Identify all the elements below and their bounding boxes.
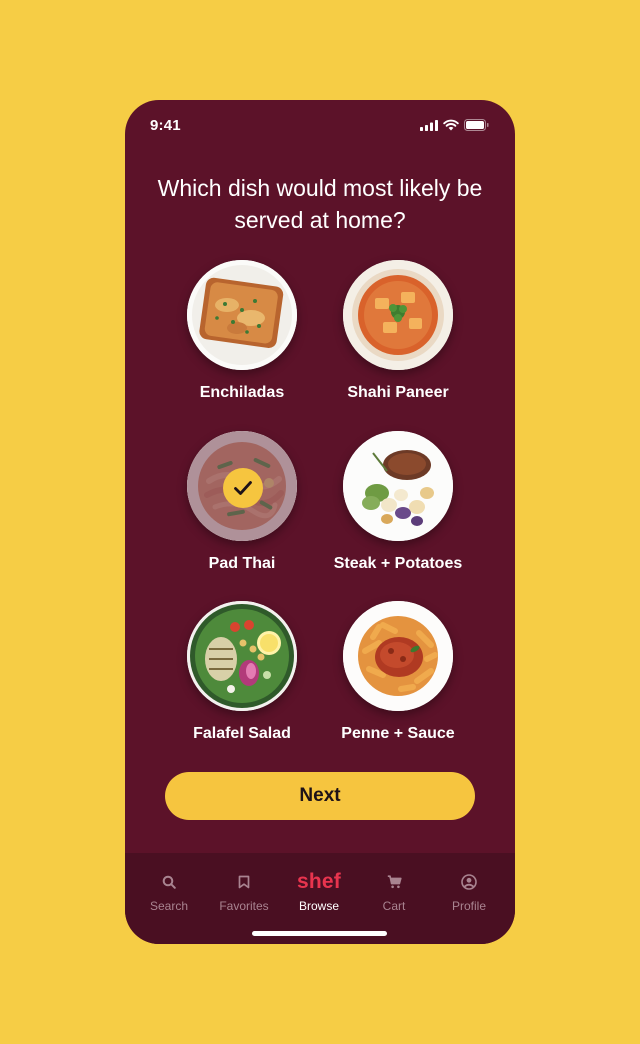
shahi-paneer-illustration — [343, 260, 453, 370]
next-button[interactable]: Next — [165, 772, 475, 820]
dish-image-steak-potatoes[interactable] — [343, 431, 453, 541]
dish-image-falafel-salad[interactable] — [187, 601, 297, 711]
phone-screen: 9:41 Which dish would most likely be ser… — [125, 100, 515, 944]
cellular-signal-icon — [420, 119, 438, 131]
shef-logo: shef — [297, 870, 341, 893]
dish-label: Steak + Potatoes — [333, 555, 463, 572]
dish-option-pad-thai[interactable]: Pad Thai — [167, 431, 317, 581]
tab-label: Profile — [451, 899, 486, 913]
dish-label: Shahi Paneer — [347, 384, 449, 401]
penne-sauce-illustration — [343, 601, 453, 711]
tab-label: Search — [149, 899, 189, 913]
dish-image-enchiladas[interactable] — [187, 260, 297, 370]
dish-image-shahi-paneer[interactable] — [343, 260, 453, 370]
tab-browse[interactable]: shef Browse — [281, 870, 357, 914]
home-indicator — [252, 931, 387, 936]
dish-option-penne-sauce[interactable]: Penne + Sauce — [323, 601, 473, 751]
steak-potatoes-illustration — [343, 431, 453, 541]
status-bar: 9:41 — [125, 100, 515, 152]
enchiladas-illustration — [187, 260, 297, 370]
cart-icon — [387, 875, 402, 889]
tab-cart[interactable]: Cart — [356, 871, 432, 913]
dish-image-pad-thai[interactable] — [187, 431, 297, 541]
battery-icon — [464, 119, 489, 131]
profile-icon — [461, 874, 477, 890]
tab-favorites[interactable]: Favorites — [206, 871, 282, 913]
dish-label: Falafel Salad — [193, 725, 291, 742]
tab-label: Browse — [298, 899, 339, 913]
selected-check-badge — [223, 468, 263, 508]
dish-option-enchiladas[interactable]: Enchiladas — [167, 260, 317, 410]
wifi-icon — [443, 119, 459, 131]
tab-profile[interactable]: Profile — [431, 871, 507, 913]
dish-option-steak-potatoes[interactable]: Steak + Potatoes — [323, 431, 473, 581]
dish-option-falafel-salad[interactable]: Falafel Salad — [167, 601, 317, 751]
checkmark-icon — [234, 481, 252, 495]
dish-image-penne-sauce[interactable] — [343, 601, 453, 711]
bottom-tab-bar: Search Favorites shef Browse Cart Profil… — [125, 853, 515, 944]
dish-label: Penne + Sauce — [341, 725, 455, 742]
dish-label: Pad Thai — [208, 555, 276, 572]
question-title: Which dish would most likely be served a… — [157, 175, 483, 233]
tab-label: Cart — [382, 899, 406, 913]
tab-search[interactable]: Search — [131, 871, 207, 913]
tab-label: Favorites — [219, 899, 269, 913]
status-icons — [420, 119, 489, 131]
bookmark-icon — [238, 875, 250, 889]
search-icon — [162, 875, 176, 889]
status-time: 9:41 — [150, 117, 181, 134]
dish-label: Enchiladas — [199, 384, 285, 401]
falafel-salad-illustration — [187, 601, 297, 711]
dish-option-shahi-paneer[interactable]: Shahi Paneer — [323, 260, 473, 410]
